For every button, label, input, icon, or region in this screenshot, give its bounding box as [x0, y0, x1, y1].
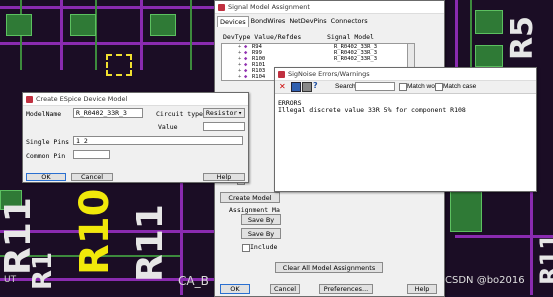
- close-icon[interactable]: ✕: [279, 82, 288, 91]
- pcb-trace: [0, 42, 215, 45]
- tab-devices[interactable]: Devices: [217, 16, 249, 27]
- match-case-checkbox[interactable]: [435, 83, 443, 91]
- pcb-refdes: R1: [28, 251, 58, 290]
- pcb-refdes: R5: [505, 16, 540, 60]
- watermark: CSDN @bo2016: [445, 275, 525, 286]
- include-label: Include: [250, 243, 278, 251]
- expand-toggle-icon[interactable]: +: [238, 80, 241, 81]
- print-icon[interactable]: [302, 82, 312, 92]
- value-label: Value: [158, 123, 178, 131]
- search-input[interactable]: [355, 82, 395, 91]
- circuit-type-label: Circuit type: [156, 110, 203, 118]
- window-title: Create ESpice Device Model: [36, 95, 128, 103]
- pcb-pad: [475, 10, 503, 34]
- pcb-pad: [150, 14, 176, 36]
- pcb-trace: [60, 0, 63, 70]
- assign-titlebar[interactable]: Signal Model Assignment: [215, 1, 444, 14]
- save-by-button-1[interactable]: Save By: [241, 214, 281, 225]
- window-title: SigNoise Errors/Warnings: [288, 70, 370, 78]
- pcb-trace: [455, 0, 458, 70]
- help-icon[interactable]: ?: [313, 81, 322, 91]
- match-word-checkbox[interactable]: [399, 83, 407, 91]
- ok-button[interactable]: OK: [220, 284, 250, 294]
- match-case-label: Match case: [443, 83, 477, 90]
- pcb-pad: [70, 14, 96, 36]
- chevron-down-icon: ▾: [238, 109, 242, 117]
- col-header-model: Signal Model: [327, 33, 374, 41]
- errors-toolbar: ✕ ? Search: Match word Match case: [275, 81, 536, 94]
- espice-titlebar[interactable]: Create ESpice Device Model: [23, 93, 248, 106]
- pcb-trace: [0, 6, 215, 9]
- pcb-trace: [190, 0, 192, 70]
- pcb-trace: [530, 190, 533, 295]
- col-header-devtype: DevType Value/Refdes: [223, 33, 302, 41]
- pcb-pad: [475, 45, 503, 67]
- single-pins-field[interactable]: 1 2: [73, 136, 243, 145]
- model-name-label: ModelName: [26, 110, 62, 118]
- pcb-refdes: R11: [130, 204, 171, 282]
- tab-bondwires[interactable]: BondWires: [249, 16, 288, 27]
- resistor-icon: ◆: [244, 80, 247, 81]
- app-icon: [278, 70, 285, 78]
- cancel-button[interactable]: Cancel: [270, 284, 300, 294]
- save-by-button-2[interactable]: Save By: [241, 228, 281, 239]
- include-checkbox[interactable]: [242, 244, 250, 252]
- assignment-label: Assignment Ma: [229, 206, 280, 214]
- help-button[interactable]: Help: [407, 284, 437, 294]
- highlighted-pad: [106, 54, 132, 76]
- single-pins-label: Single Pins: [26, 138, 70, 146]
- signoise-errors-window: SigNoise Errors/Warnings ✕ ? Search: Mat…: [274, 67, 537, 192]
- value-field[interactable]: [203, 122, 245, 131]
- create-espice-model-window: Create ESpice Device Model ModelName R_R…: [22, 92, 249, 183]
- pcb-pad: [450, 190, 482, 232]
- errors-titlebar[interactable]: SigNoise Errors/Warnings: [275, 68, 536, 81]
- pcb-label: CA_B: [178, 274, 209, 288]
- pcb-pad: [6, 14, 32, 36]
- window-title: Signal Model Assignment: [228, 3, 310, 11]
- common-pin-field[interactable]: [73, 150, 110, 159]
- model-name-field[interactable]: R_R0402_33R_3: [73, 108, 143, 118]
- espice-ok-button[interactable]: OK: [26, 173, 66, 181]
- preferences-button[interactable]: Preferences...: [319, 284, 373, 294]
- espice-cancel-button[interactable]: Cancel: [71, 173, 113, 181]
- pcb-refdes-selected: R10: [72, 188, 118, 275]
- espice-help-button[interactable]: Help: [203, 173, 245, 181]
- pcb-trace: [470, 0, 472, 70]
- create-model-button[interactable]: Create Model: [220, 192, 280, 203]
- save-icon[interactable]: [291, 82, 301, 92]
- app-icon: [218, 3, 225, 11]
- pcb-label: UT: [4, 275, 17, 285]
- error-message: Illegal discrete value 33R 5% for compon…: [278, 106, 466, 114]
- common-pin-label: Common Pin: [26, 152, 66, 160]
- circuit-type-select[interactable]: Resistor ▾: [203, 108, 245, 118]
- tab-bar: Devices BondWires NetDevPins Connectors: [217, 16, 370, 27]
- device-refdes: R105: [252, 80, 265, 81]
- tab-connectors[interactable]: Connectors: [329, 16, 370, 27]
- pcb-refdes: R11: [535, 233, 553, 285]
- clear-all-button[interactable]: Clear All Model Assignments: [275, 262, 383, 273]
- tab-netdevpins[interactable]: NetDevPins: [287, 16, 328, 27]
- app-icon: [26, 95, 33, 103]
- pcb-trace: [140, 0, 143, 70]
